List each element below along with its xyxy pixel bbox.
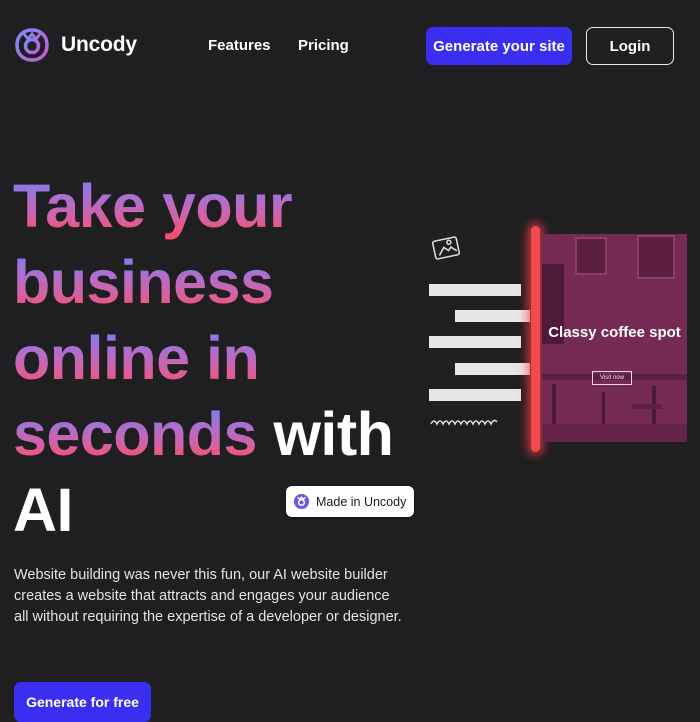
card-visit-button: Visit now (592, 371, 632, 385)
brand-name: Uncody (61, 33, 137, 56)
squiggle-icon (430, 419, 498, 426)
hero-illustration: Classy coffee spot Visit now (428, 226, 690, 456)
image-icon (431, 236, 461, 260)
scan-laser (531, 226, 540, 452)
brand-logo[interactable]: Uncody (14, 27, 137, 63)
placeholder-bar (429, 389, 521, 401)
card-title: Classy coffee spot (548, 324, 681, 341)
placeholder-bar (429, 336, 521, 348)
website-preview-card: Classy coffee spot Visit now (542, 234, 687, 442)
hero-line-1: Take your (13, 168, 393, 244)
made-in-uncody-badge[interactable]: Made in Uncody (286, 486, 414, 517)
hero-description: Website building was never this fun, our… (14, 567, 402, 625)
generate-site-button[interactable]: Generate your site (426, 27, 572, 65)
badge-label: Made in Uncody (316, 494, 407, 509)
login-button[interactable]: Login (586, 27, 674, 65)
placeholder-bar (429, 284, 521, 296)
generate-free-button[interactable]: Generate for free (14, 682, 151, 722)
placeholder-bar (455, 363, 530, 375)
hero-line-4: seconds with (13, 396, 394, 472)
placeholder-bar (455, 310, 530, 322)
hero-line-2: business (13, 244, 393, 320)
hero-word-seconds: seconds (13, 400, 258, 468)
nav-features[interactable]: Features (208, 37, 271, 54)
hero-word-with: with (273, 400, 394, 468)
nav-pricing[interactable]: Pricing (298, 37, 349, 54)
uncody-logo-icon (15, 28, 49, 62)
uncody-badge-icon (293, 493, 310, 510)
hero-line-3: online in (13, 320, 393, 396)
